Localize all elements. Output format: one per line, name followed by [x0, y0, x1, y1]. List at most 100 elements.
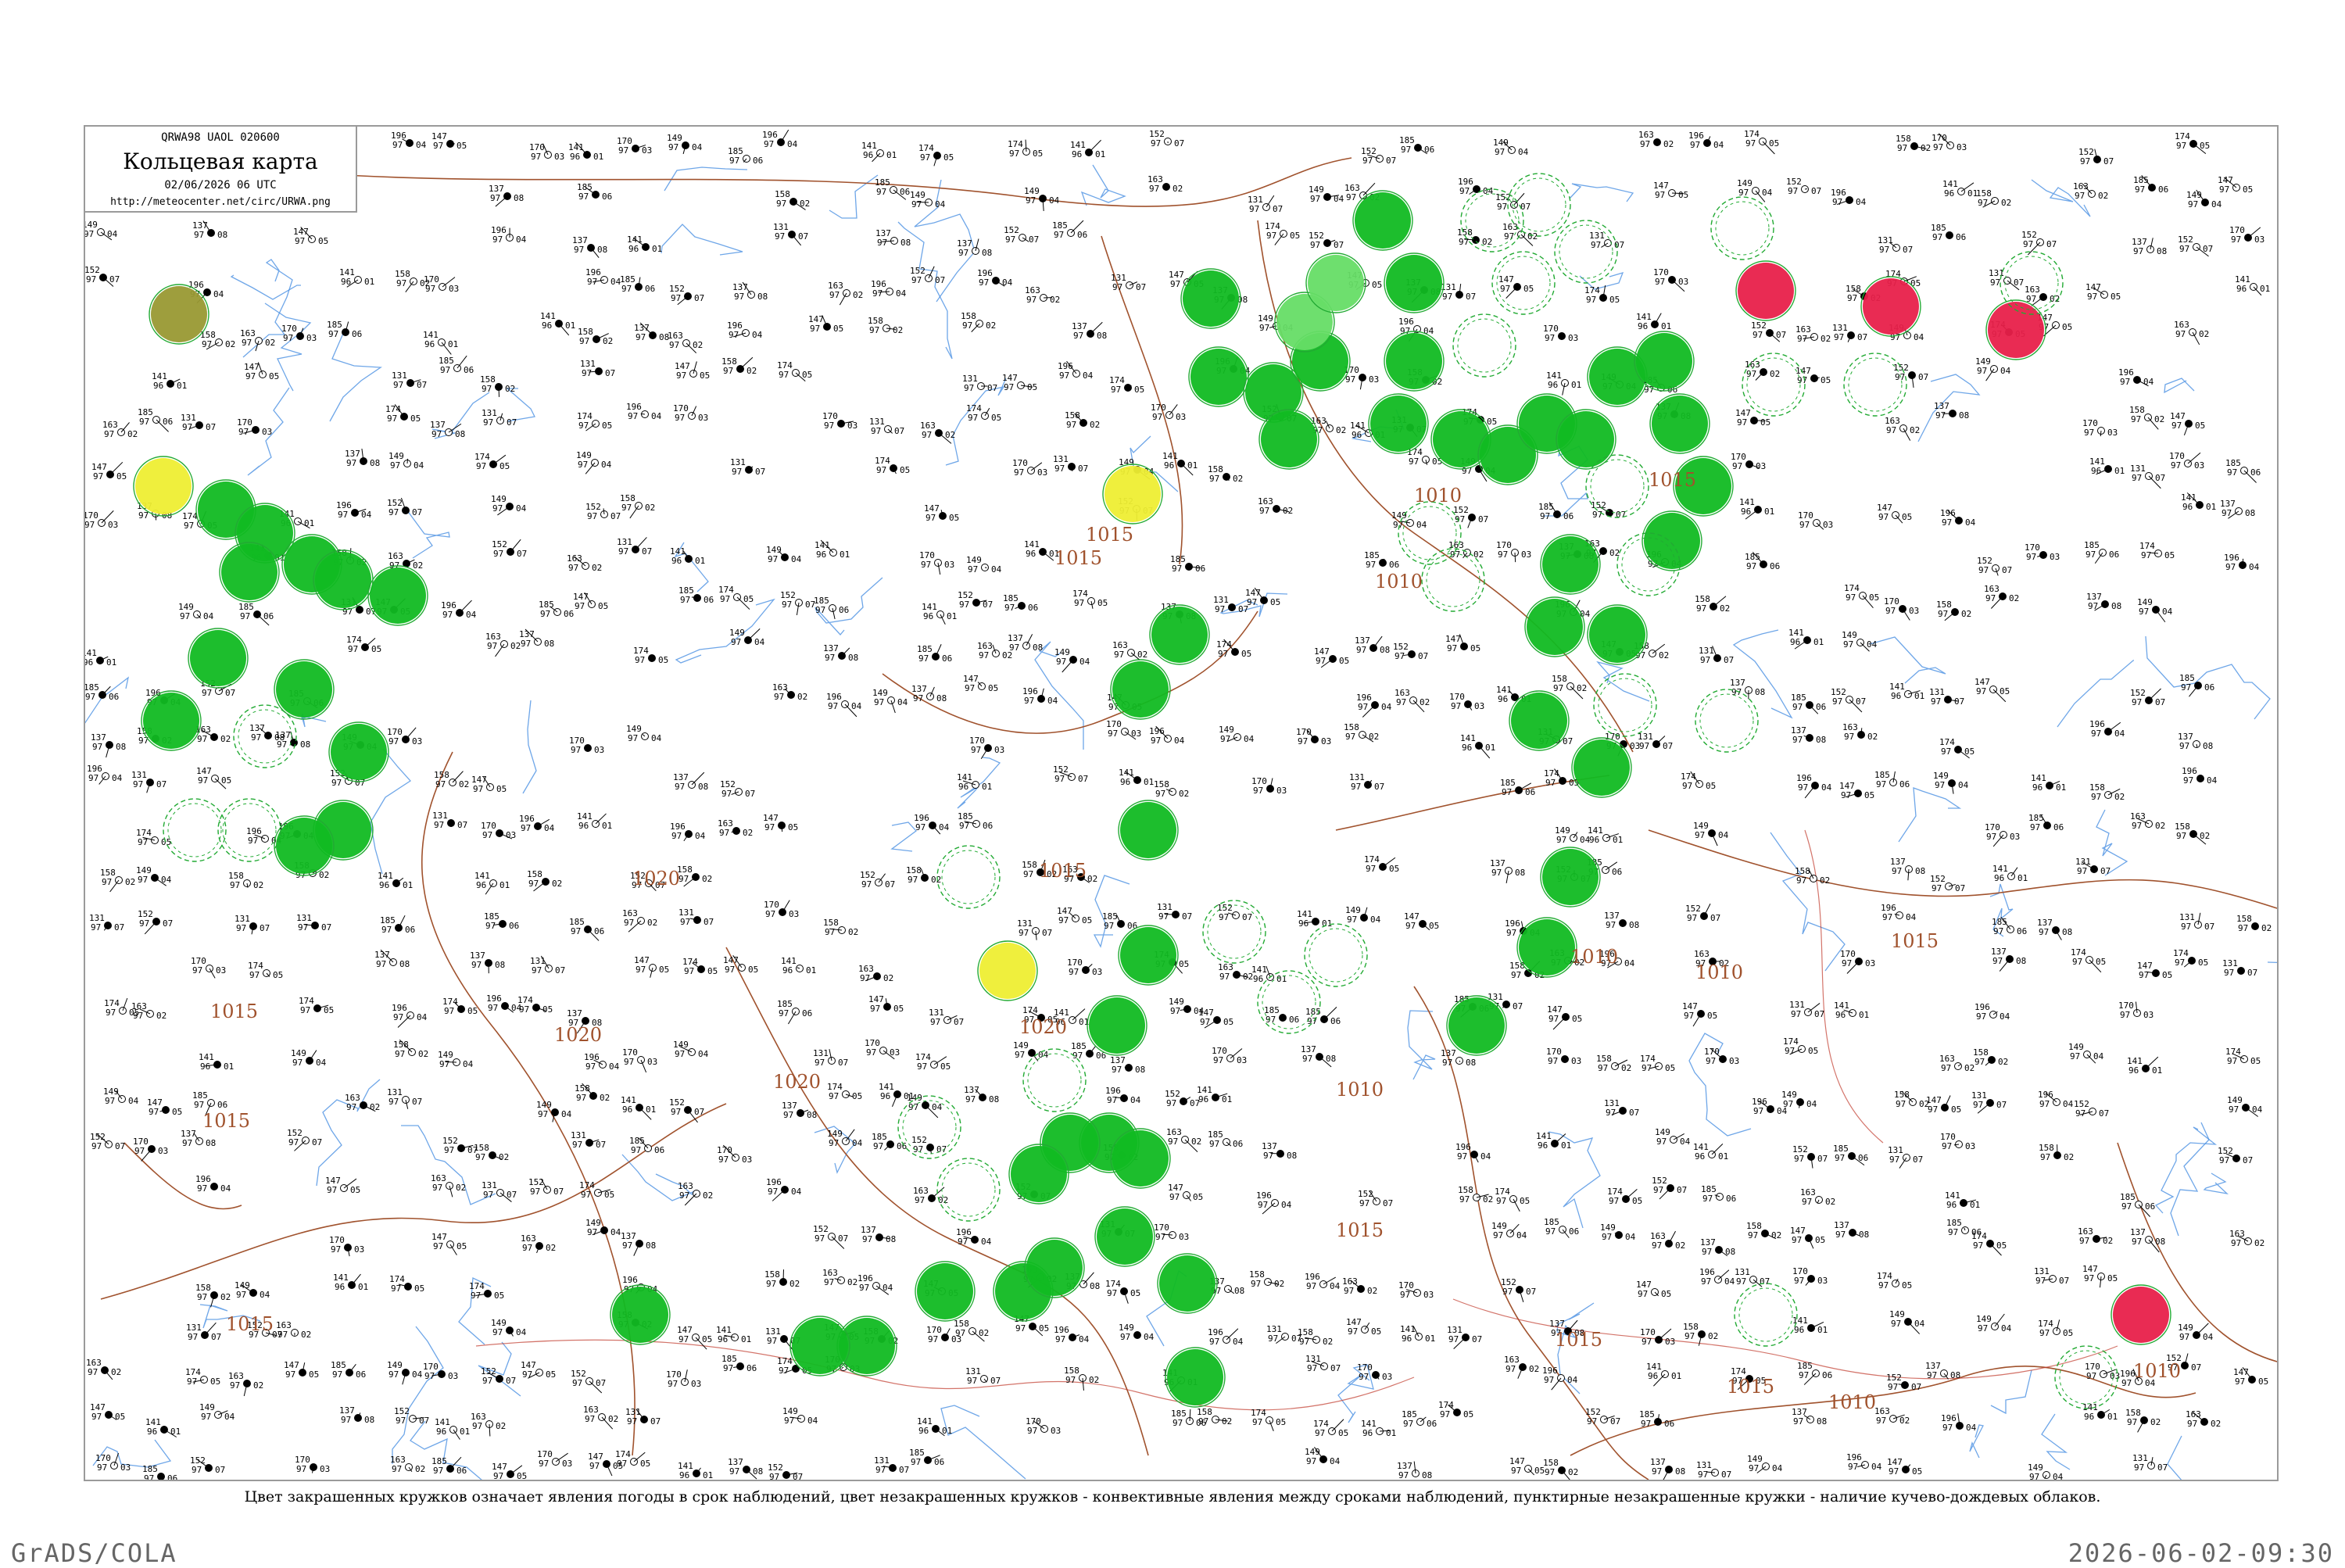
station-plot[interactable]: 1499704: [2178, 1323, 2214, 1342]
station-plot[interactable]: 1529707: [481, 1366, 516, 1386]
rain-circle[interactable]: [1009, 1144, 1069, 1204]
station-plot[interactable]: 1749705: [875, 456, 910, 475]
station-plot[interactable]: 1589702: [721, 356, 757, 376]
station-plot[interactable]: 1639702: [1218, 962, 1253, 982]
station-plot[interactable]: 1709703: [1640, 1327, 1675, 1347]
station-plot[interactable]: 1499704: [85, 220, 118, 240]
station-plot[interactable]: 1529707: [2178, 234, 2213, 256]
station-plot[interactable]: 1379708: [275, 730, 310, 750]
shower-circle[interactable]: [1306, 253, 1366, 313]
station-plot[interactable]: 1319707: [1696, 1460, 1731, 1480]
station-plot[interactable]: 1479705: [677, 1325, 712, 1349]
station-plot[interactable]: 1479705: [2082, 1264, 2118, 1287]
station-plot[interactable]: 1319707: [432, 811, 467, 830]
station-plot[interactable]: 1969704: [1455, 1142, 1491, 1162]
station-plot[interactable]: 1529707: [1309, 231, 1344, 250]
station-plot[interactable]: 1639702: [431, 1173, 466, 1197]
station-plot[interactable]: 1589702: [2175, 822, 2210, 844]
station-plot[interactable]: 1419601: [1945, 1190, 1980, 1210]
station-plot[interactable]: 1379708: [470, 950, 505, 973]
station-plot[interactable]: 1529707: [669, 1097, 704, 1122]
station-plot[interactable]: 1379708: [1355, 635, 1390, 655]
station-plot[interactable]: 1589702: [480, 374, 515, 397]
station-plot[interactable]: 1589702: [1064, 1366, 1099, 1391]
station-plot[interactable]: 1709703: [1212, 1046, 1247, 1065]
station-plot[interactable]: 1499704: [388, 451, 424, 471]
station-plot[interactable]: 1589702: [1249, 1269, 1284, 1289]
station-plot[interactable]: 1319707: [929, 1008, 964, 1027]
station-plot[interactable]: 1749705: [1681, 771, 1716, 791]
station-plot[interactable]: 1639702: [471, 1412, 506, 1436]
station-plot[interactable]: 1969704: [1831, 188, 1867, 207]
station-plot[interactable]: 1499704: [491, 1318, 527, 1337]
station-plot[interactable]: 1709703: [1731, 452, 1766, 471]
station-plot[interactable]: 1709703: [1792, 1266, 1828, 1286]
rain-circle[interactable]: [1353, 191, 1412, 250]
station-plot[interactable]: 1529707: [1217, 903, 1252, 922]
station-plot[interactable]: 1589702: [961, 311, 996, 332]
station-plot[interactable]: 1709703: [1884, 596, 1919, 620]
station-plot[interactable]: 1319707: [234, 914, 270, 934]
station-plot[interactable]: 1749705: [633, 646, 668, 665]
station-plot[interactable]: 1709703: [2082, 418, 2118, 438]
station-plot[interactable]: 1859706: [380, 915, 415, 935]
station-plot[interactable]: 1479705: [1498, 274, 1534, 299]
station-plot[interactable]: 1859706: [1264, 1005, 1299, 1025]
station-plot[interactable]: 1499704: [827, 1129, 863, 1148]
station-plot[interactable]: 1529707: [813, 1224, 848, 1248]
station-plot[interactable]: 1639702: [822, 1268, 857, 1287]
station-plot[interactable]: 1709703: [1449, 692, 1484, 711]
station-plot[interactable]: 1499704: [1842, 630, 1878, 651]
station-plot[interactable]: 1379708: [1397, 1461, 1432, 1480]
station-plot[interactable]: 1639702: [920, 421, 955, 443]
station-plot[interactable]: 1319707: [580, 359, 615, 378]
station-plot[interactable]: 1589702: [868, 316, 903, 335]
station-plot[interactable]: 1859706: [1305, 1007, 1341, 1026]
station-plot[interactable]: 1859706: [2120, 1192, 2155, 1217]
cumulonimbus-ring[interactable]: [1735, 1283, 1797, 1346]
weather-map[interactable]: 1499704 1529707 1639702 1479705 1709703 14196…: [84, 125, 2279, 1481]
fog-circle[interactable]: [978, 941, 1037, 1001]
station-plot[interactable]: 1859706: [629, 1136, 664, 1155]
station-plot[interactable]: 1479705: [1314, 646, 1349, 668]
rain-circle[interactable]: [1541, 847, 1600, 907]
rain-circle[interactable]: [1650, 394, 1710, 453]
station-plot[interactable]: 1479705: [675, 361, 710, 381]
cumulonimbus-ring[interactable]: [937, 1158, 1000, 1221]
station-plot[interactable]: 1639702: [1394, 688, 1430, 712]
station-plot[interactable]: 1379708: [964, 1085, 999, 1104]
station-plot[interactable]: 1379708: [1650, 1457, 1685, 1480]
station-plot[interactable]: 1319707: [2034, 1266, 2069, 1286]
station-plot[interactable]: 1969704: [1022, 686, 1058, 706]
station-plot[interactable]: 1499704: [234, 1280, 270, 1300]
station-plot[interactable]: 1969704: [1940, 508, 1976, 528]
station-plot[interactable]: 1749705: [682, 957, 718, 976]
station-plot[interactable]: 1709703: [1840, 949, 1875, 974]
station-plot[interactable]: 1589702: [434, 770, 469, 789]
station-plot[interactable]: 1499704: [291, 1048, 327, 1068]
station-plot[interactable]: 1479705: [90, 1402, 125, 1422]
station-plot[interactable]: 1709703: [822, 411, 857, 431]
station-plot[interactable]: 1379708: [875, 228, 911, 248]
station-plot[interactable]: 1529707: [860, 870, 895, 890]
station-plot[interactable]: 1859706: [142, 1464, 177, 1480]
station-plot[interactable]: 1639702: [1504, 1355, 1539, 1379]
station-plot[interactable]: 1379708: [345, 449, 380, 468]
station-plot[interactable]: 1499704: [1781, 1090, 1817, 1109]
station-plot[interactable]: 1749705: [1971, 1231, 2007, 1255]
station-plot[interactable]: 1319707: [730, 457, 765, 477]
station-plot[interactable]: 1319707: [625, 1407, 661, 1427]
station-plot[interactable]: 1589702: [1795, 866, 1830, 886]
station-plot[interactable]: 1639702: [718, 818, 753, 838]
station-plot[interactable]: 1709703: [1067, 958, 1102, 977]
station-plot[interactable]: 1499704: [199, 1402, 235, 1422]
station-plot[interactable]: 1529707: [138, 909, 173, 934]
station-plot[interactable]: 1749705: [915, 1052, 951, 1072]
station-plot[interactable]: 1709703: [717, 1145, 752, 1165]
station-plot[interactable]: 1479705: [1346, 1317, 1381, 1337]
station-plot[interactable]: 1969704: [762, 130, 798, 149]
station-plot[interactable]: 1749705: [1607, 1187, 1642, 1206]
station-plot[interactable]: 1969704: [195, 1174, 231, 1194]
station-plot[interactable]: 1639702: [1885, 416, 1920, 441]
station-plot[interactable]: 1529707: [287, 1128, 322, 1151]
